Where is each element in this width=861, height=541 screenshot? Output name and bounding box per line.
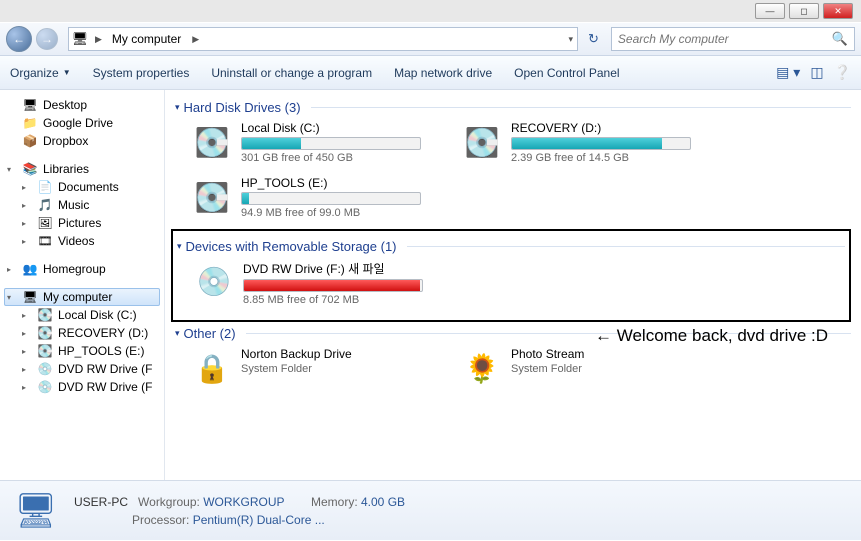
sidebar-item[interactable]: 📦Dropbox (4, 132, 160, 150)
computer-icon: 🖥 (12, 487, 60, 535)
drive-item[interactable]: 🔒 Norton Backup DriveSystem Folder (191, 347, 431, 389)
drive-name: Photo Stream (511, 347, 701, 361)
drive-icon: 💽 (461, 121, 503, 163)
details-pane: 🖥 USER-PC Workgroup: WORKGROUP Memory: 4… (0, 480, 861, 540)
sidebar-item[interactable]: 🎞Videos (4, 232, 160, 250)
drive-item[interactable]: 🌻 Photo StreamSystem Folder (461, 347, 701, 389)
chevron-right-icon[interactable]: ▶ (188, 34, 203, 45)
preview-pane-button[interactable]: ◫ (810, 64, 823, 81)
forward-button[interactable]: → (36, 28, 58, 50)
sidebar-item[interactable]: 📁Google Drive (4, 114, 160, 132)
sidebar-item[interactable]: 💽HP_TOOLS (E:) (4, 342, 160, 360)
back-button[interactable]: ← (6, 26, 32, 52)
sidebar-item[interactable]: 💽RECOVERY (D:) (4, 324, 160, 342)
sidebar-item[interactable]: 🖥Desktop (4, 96, 160, 114)
sidebar-item[interactable]: 💽Local Disk (C:) (4, 306, 160, 324)
sidebar-item[interactable]: 💿DVD RW Drive (F (4, 378, 160, 396)
title-bar: — ◻ ✕ (0, 0, 861, 22)
drive-name: RECOVERY (D:) (511, 121, 701, 135)
annotation-text: ← Welcome back, dvd drive :D (595, 326, 828, 346)
drive-name: Norton Backup Drive (241, 347, 431, 361)
drive-item[interactable]: 💽 RECOVERY (D:)2.39 GB free of 14.5 GB (461, 121, 701, 164)
maximize-button[interactable]: ◻ (789, 3, 819, 19)
organize-menu[interactable]: Organize▼ (10, 66, 71, 80)
system-properties-button[interactable]: System properties (93, 66, 190, 80)
content-pane: ▾Hard Disk Drives (3) 💽 Local Disk (C:)3… (165, 90, 861, 480)
group-header-hdd[interactable]: ▾Hard Disk Drives (3) (175, 100, 851, 115)
help-button[interactable]: ❔ (834, 64, 851, 81)
status-computer-name: USER-PC (74, 495, 128, 509)
chevron-down-icon[interactable]: ▾ (564, 34, 577, 45)
drive-name: HP_TOOLS (E:) (241, 176, 431, 190)
open-control-panel-button[interactable]: Open Control Panel (514, 66, 619, 80)
drive-item[interactable]: 💽 Local Disk (C:)301 GB free of 450 GB (191, 121, 431, 164)
drive-icon: 🔒 (191, 347, 233, 389)
drive-item[interactable]: 💿 DVD RW Drive (F:) 새 파일8.85 MB free of … (193, 260, 433, 306)
sidebar-item[interactable]: 🎵Music (4, 196, 160, 214)
drive-icon: 💽 (191, 121, 233, 163)
sidebar-item[interactable]: 📄Documents (4, 178, 160, 196)
search-box[interactable]: 🔍 (611, 27, 855, 51)
computer-icon: 🖥 (69, 31, 91, 47)
drive-name: DVD RW Drive (F:) 새 파일 (243, 260, 433, 277)
refresh-button[interactable]: ↻ (588, 31, 599, 47)
minimize-button[interactable]: — (755, 3, 785, 19)
close-button[interactable]: ✕ (823, 3, 853, 19)
drive-name: Local Disk (C:) (241, 121, 431, 135)
drive-item[interactable]: 💽 HP_TOOLS (E:)94.9 MB free of 99.0 MB (191, 176, 431, 219)
drive-icon: 💽 (191, 176, 233, 218)
view-options-button[interactable]: ▤ ▾ (776, 64, 800, 81)
chevron-right-icon[interactable]: ▶ (91, 34, 106, 45)
group-header-removable[interactable]: ▾Devices with Removable Storage (1) (177, 239, 845, 254)
sidebar-my-computer[interactable]: 🖥My computer (4, 288, 160, 306)
search-icon[interactable]: 🔍 (832, 31, 848, 47)
map-network-drive-button[interactable]: Map network drive (394, 66, 492, 80)
uninstall-program-button[interactable]: Uninstall or change a program (211, 66, 372, 80)
breadcrumb-location[interactable]: My computer (106, 28, 188, 50)
search-input[interactable] (618, 32, 832, 46)
sidebar-homegroup[interactable]: 👥Homegroup (4, 260, 160, 278)
sidebar-item[interactable]: 💿DVD RW Drive (F (4, 360, 160, 378)
command-bar: Organize▼ System properties Uninstall or… (0, 56, 861, 90)
sidebar-item[interactable]: 🖼Pictures (4, 214, 160, 232)
sidebar-libraries[interactable]: 📚Libraries (4, 160, 160, 178)
address-bar[interactable]: 🖥 ▶ My computer ▶ ▾ (68, 27, 578, 51)
navigation-bar: ← → 🖥 ▶ My computer ▶ ▾ ↻ 🔍 (0, 22, 861, 56)
drive-icon: 🌻 (461, 347, 503, 389)
navigation-pane[interactable]: 🖥Desktop📁Google Drive📦Dropbox 📚Libraries… (0, 90, 165, 480)
drive-icon: 💿 (193, 260, 235, 302)
